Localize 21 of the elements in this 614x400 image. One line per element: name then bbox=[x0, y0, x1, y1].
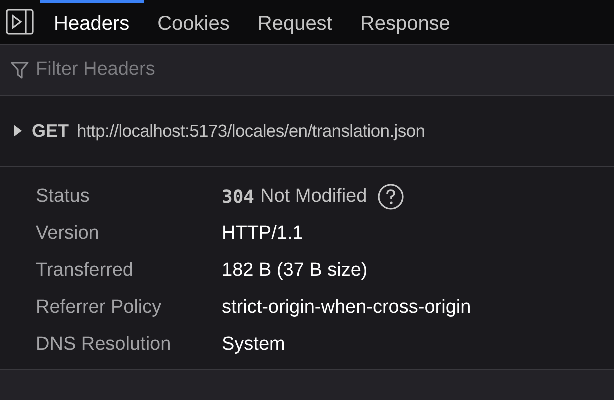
filter-icon bbox=[10, 60, 30, 80]
detail-label: Status bbox=[36, 184, 91, 209]
expand-icon[interactable] bbox=[12, 124, 24, 138]
detail-value: 182 B (37 B size) bbox=[222, 258, 368, 283]
detail-label: Transferred bbox=[36, 258, 134, 283]
request-method: GET bbox=[32, 120, 70, 142]
help-icon[interactable] bbox=[377, 183, 406, 211]
status-text: Not Modified bbox=[260, 184, 368, 209]
detail-value: strict-origin-when-cross-origin bbox=[222, 296, 472, 320]
status-code: 304 bbox=[222, 186, 255, 210]
detail-value: System bbox=[222, 332, 286, 357]
tab[interactable]: Cookies bbox=[144, 0, 244, 44]
detail-value: HTTP/1.1 bbox=[222, 222, 304, 246]
detail-label: Referrer Policy bbox=[36, 296, 163, 320]
request-url: http://localhost:5173/locales/en/translation.json bbox=[77, 120, 426, 143]
detail-label: Version bbox=[36, 222, 100, 246]
tab[interactable]: Response bbox=[346, 0, 464, 44]
filter-bar[interactable]: Filter Headers bbox=[0, 45, 614, 96]
filter-field[interactable]: Filter Headers bbox=[36, 56, 604, 84]
detail-label: DNS Resolution bbox=[36, 332, 172, 357]
tab[interactable]: Request bbox=[244, 0, 346, 44]
